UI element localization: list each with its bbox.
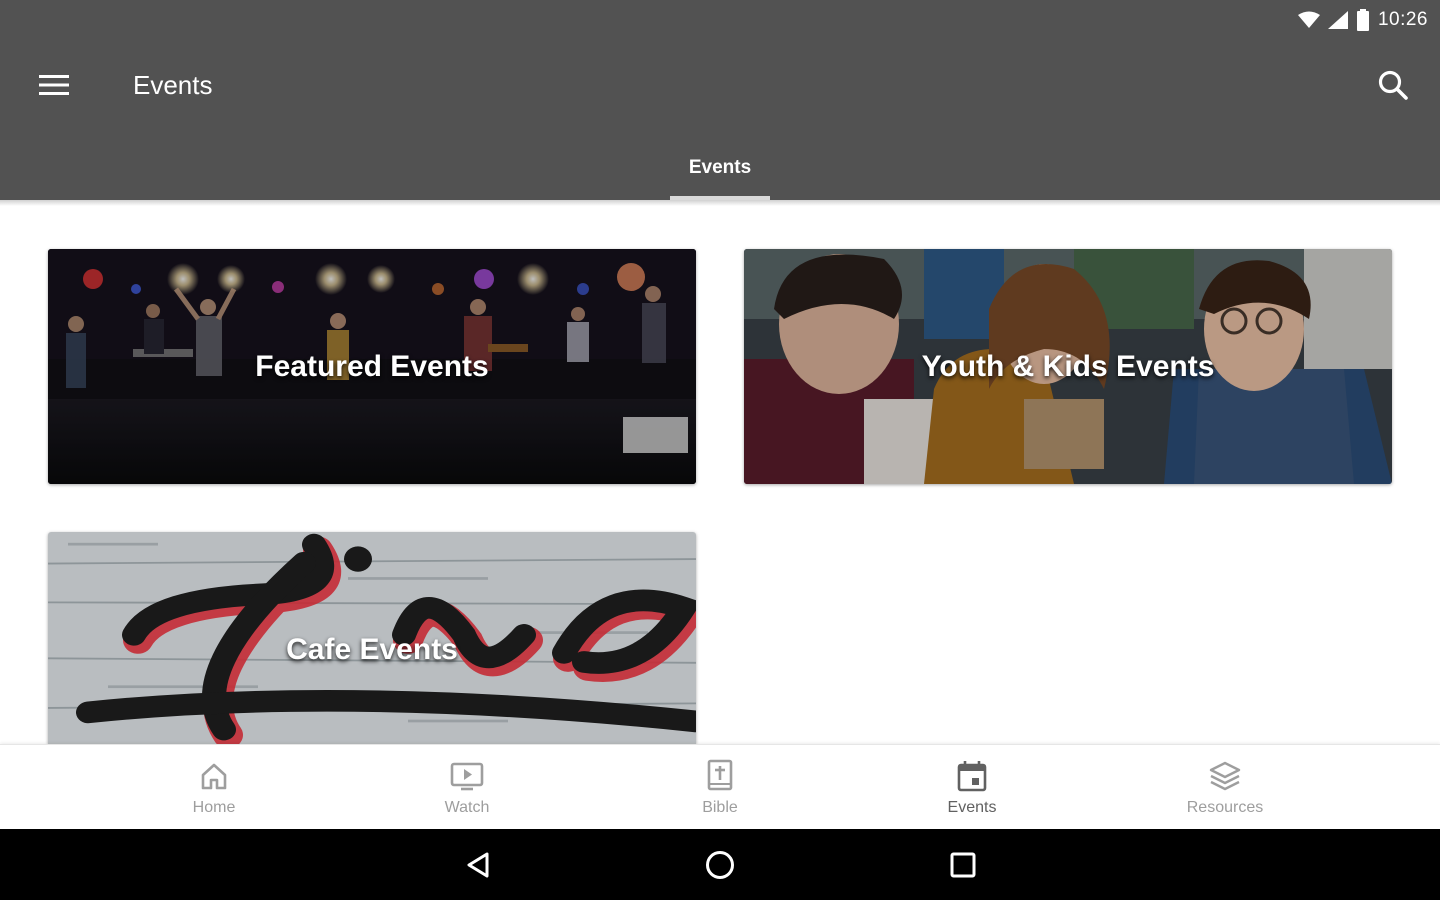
- nav-item-home[interactable]: Home: [144, 745, 284, 830]
- search-icon: [1378, 70, 1408, 100]
- nav-label: Watch: [444, 799, 490, 816]
- app-bar-shadow: [0, 200, 1440, 206]
- event-card-cafe[interactable]: Cafe Events: [48, 532, 696, 744]
- app-bar: Events Events: [0, 40, 1440, 200]
- nav-label: Home: [192, 799, 236, 816]
- status-icons: 10:26: [1297, 6, 1428, 34]
- system-back-button[interactable]: [456, 843, 500, 887]
- nav-item-resources[interactable]: Resources: [1155, 745, 1295, 830]
- search-button[interactable]: [1372, 64, 1414, 106]
- status-bar: 10:26: [0, 0, 1440, 40]
- calendar-icon: [957, 761, 987, 792]
- home-icon: [201, 763, 227, 790]
- event-card-youth-kids[interactable]: Youth & Kids Events: [744, 249, 1392, 484]
- nav-label: Resources: [1186, 799, 1264, 816]
- nav-label: Bible: [702, 799, 738, 816]
- page-title: Events: [133, 70, 213, 100]
- card-title: Cafe Events: [286, 632, 458, 666]
- nav-item-watch[interactable]: Watch: [397, 745, 537, 830]
- tab-label: Events: [688, 157, 752, 178]
- hamburger-menu-icon: [39, 75, 69, 95]
- nav-item-bible[interactable]: Bible: [650, 745, 790, 830]
- system-home-button[interactable]: [698, 843, 742, 887]
- battery-icon: [1356, 9, 1369, 31]
- back-icon: [467, 852, 489, 878]
- menu-button[interactable]: [28, 66, 80, 104]
- bible-icon: [707, 759, 733, 791]
- tab-events[interactable]: Events: [670, 144, 770, 200]
- event-card-featured[interactable]: Featured Events: [48, 249, 696, 484]
- tv-play-icon: [450, 762, 484, 791]
- card-title: Youth & Kids Events: [921, 349, 1215, 383]
- recents-icon: [950, 852, 976, 878]
- bottom-navigation: Home Watch Bible Events Resources: [0, 744, 1440, 829]
- signal-icon: [1327, 11, 1348, 29]
- system-navigation-bar: [0, 829, 1440, 900]
- status-time: 10:26: [1377, 9, 1428, 30]
- home-circle-icon: [706, 851, 734, 879]
- wifi-icon: [1297, 11, 1320, 28]
- nav-label: Events: [947, 799, 997, 816]
- nav-item-events[interactable]: Events: [902, 745, 1042, 830]
- system-recents-button[interactable]: [941, 843, 985, 887]
- card-title: Featured Events: [255, 349, 489, 383]
- layers-icon: [1209, 761, 1241, 791]
